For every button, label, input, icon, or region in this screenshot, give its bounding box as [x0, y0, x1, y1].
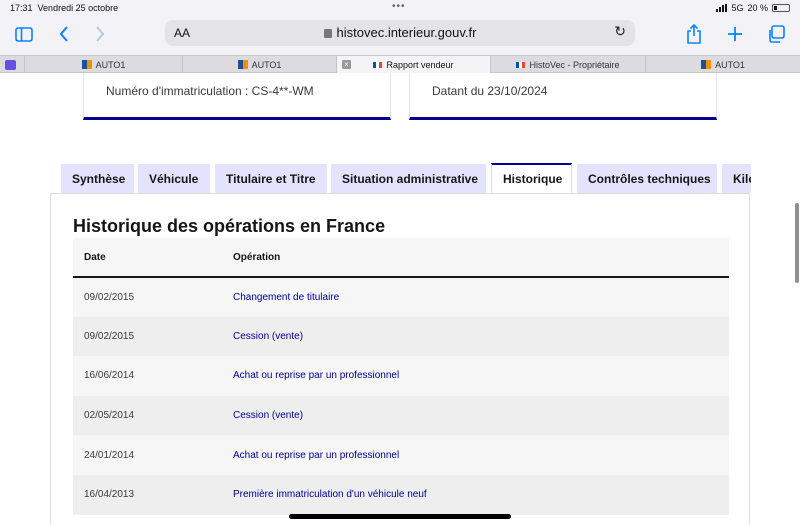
tab-situation-administrative[interactable]: Situation administrative: [331, 164, 486, 193]
report-tabs: Synthèse Véhicule Titulaire et Titre Sit…: [61, 163, 751, 193]
table-row: 16/06/2014 Achat ou reprise par un profes…: [73, 356, 729, 396]
browser-tab[interactable]: AUTO1: [645, 56, 800, 73]
report-date-card: Datant du 23/10/2024: [409, 73, 717, 120]
share-icon[interactable]: [682, 22, 706, 46]
browser-tab[interactable]: AUTO1: [24, 56, 182, 73]
row-date: 09/02/2015: [84, 291, 135, 303]
status-time-date: 17:31 Vendredi 25 octobre: [10, 3, 118, 13]
auto1-favicon-icon: [237, 60, 248, 69]
battery-icon: [772, 4, 790, 12]
row-operation: Cession (vente): [233, 330, 304, 342]
browser-tab[interactable]: HistoVec - Propriétaire: [490, 56, 645, 73]
report-date: Datant du 23/10/2024: [432, 84, 548, 98]
new-tab-icon[interactable]: [723, 22, 747, 46]
status-date: Vendredi 25 octobre: [37, 3, 119, 13]
france-flag-favicon-icon: [516, 61, 526, 68]
multitasking-dots-icon[interactable]: •••: [392, 1, 406, 12]
tab-controles-techniques[interactable]: Contrôles techniques: [577, 164, 717, 193]
section-title: Historique des opérations en France: [73, 216, 386, 236]
row-operation: Changement de titulaire: [233, 291, 340, 303]
tab-synthese[interactable]: Synthèse: [61, 164, 134, 193]
tab-overview-icon[interactable]: [764, 22, 788, 46]
browser-toolbar: AA histovec.interieur.gouv.fr ↻: [0, 18, 800, 52]
back-icon[interactable]: [52, 22, 76, 46]
status-time: 17:31: [10, 3, 33, 13]
france-flag-favicon-icon: [373, 61, 383, 68]
url-display[interactable]: histovec.interieur.gouv.fr: [165, 25, 635, 40]
battery-label: 20 %: [747, 3, 768, 13]
page-scrollbar[interactable]: [795, 203, 799, 283]
table-row: 02/05/2014 Cession (vente): [73, 395, 729, 436]
signal-icon: [716, 4, 728, 12]
reload-icon[interactable]: ↻: [614, 23, 626, 40]
auto1-favicon-icon: [701, 60, 712, 69]
registration-card: Numéro d'immatriculation : CS-4**-WM: [83, 73, 391, 120]
row-date: 02/05/2014: [84, 410, 135, 422]
table-row: 16/04/2013 Première immatriculation d'un …: [73, 474, 729, 515]
history-panel: Historique des opérations en France Date…: [50, 193, 750, 525]
sidebar-icon[interactable]: [12, 22, 36, 46]
network-label: 5G: [731, 3, 744, 13]
status-indicators: 5G 20 %: [716, 3, 790, 13]
close-tab-icon[interactable]: ×: [342, 60, 351, 69]
browser-tab-bar: AUTO1 AUTO1 Rapport vendeur × HistoVec -…: [0, 55, 800, 73]
row-date: 16/04/2013: [84, 489, 135, 501]
row-operation: Achat ou reprise par un professionnel: [233, 370, 400, 382]
url-text: histovec.interieur.gouv.fr: [336, 25, 477, 40]
table-row: 24/01/2014 Achat ou reprise par un profes…: [73, 435, 729, 475]
home-indicator[interactable]: [289, 514, 511, 519]
lock-icon: [323, 29, 332, 38]
column-header-date: Date: [84, 251, 106, 263]
browser-tab[interactable]: AUTO1: [182, 56, 336, 73]
auto1-favicon-icon: [81, 60, 92, 69]
tab-groups-icon[interactable]: [0, 56, 20, 73]
tab-titulaire-titre[interactable]: Titulaire et Titre: [215, 164, 327, 193]
row-operation: Cession (vente): [233, 410, 304, 422]
row-operation: Première immatriculation d'un véhicule n…: [233, 489, 427, 501]
forward-icon[interactable]: [88, 22, 112, 46]
column-header-operation: Opération: [233, 251, 281, 263]
table-row: 09/02/2015 Changement de titulaire: [73, 277, 729, 317]
web-page: Numéro d'immatriculation : CS-4**-WM Dat…: [0, 73, 800, 525]
table-header-row: Date Opération: [73, 238, 729, 277]
row-operation: Achat ou reprise par un professionnel: [233, 449, 400, 461]
status-bar: 17:31 Vendredi 25 octobre ••• 5G 20 %: [0, 0, 800, 18]
address-bar[interactable]: AA histovec.interieur.gouv.fr ↻: [165, 20, 635, 46]
row-date: 24/01/2014: [84, 449, 135, 461]
row-date: 16/06/2014: [84, 370, 135, 382]
row-date: 09/02/2015: [84, 330, 135, 342]
browser-tab-active[interactable]: Rapport vendeur: [336, 56, 490, 73]
tab-vehicule[interactable]: Véhicule: [138, 164, 210, 193]
history-table: Date Opération 09/02/2015 Changement de t…: [73, 238, 729, 515]
tab-kilometrage[interactable]: Kilo: [722, 164, 751, 193]
tab-historique[interactable]: Historique: [491, 163, 572, 193]
registration-number: Numéro d'immatriculation : CS-4**-WM: [106, 84, 314, 98]
table-row: 09/02/2015 Cession (vente): [73, 316, 729, 357]
